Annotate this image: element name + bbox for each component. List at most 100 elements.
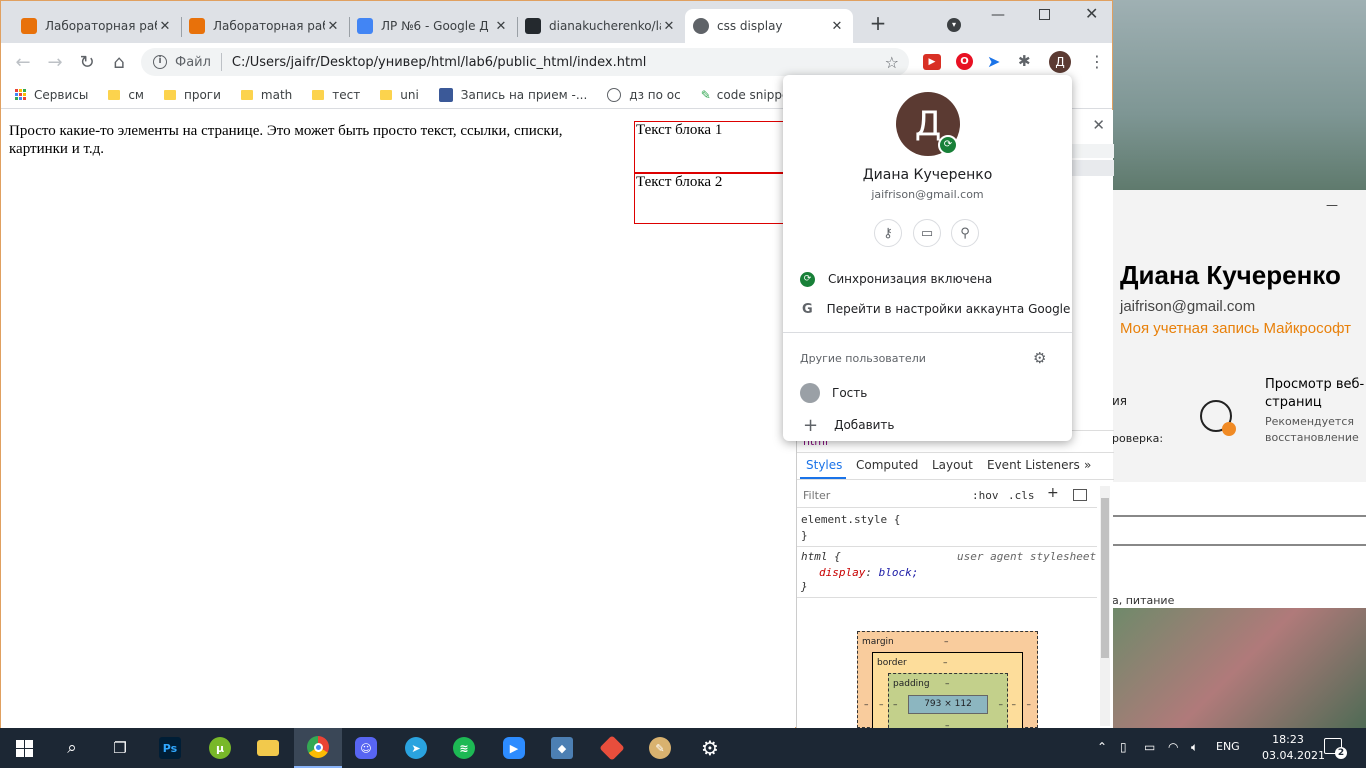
tab-event-listeners[interactable]: Event Listeners [987, 458, 1080, 472]
tab-1[interactable]: Лабораторная раб ✕ [13, 9, 181, 43]
profile-avatar-button[interactable]: Д [1049, 51, 1071, 73]
page-paragraph: Просто какие-то элементы на странице. Эт… [9, 123, 563, 157]
task-view-icon[interactable]: ❐ [96, 728, 144, 768]
css-declaration[interactable]: display: block; [819, 566, 918, 579]
info-icon[interactable]: i [153, 55, 167, 69]
battery-icon[interactable]: ▭ [1144, 740, 1155, 754]
bookmark-label: Запись на прием -... [460, 87, 588, 102]
tab-5[interactable]: css display ✕ [685, 9, 853, 43]
extension-video-icon[interactable]: ▶ [923, 54, 941, 70]
tab-close-icon[interactable]: ✕ [493, 19, 509, 34]
addresses-pin-icon[interactable]: ⚲ [951, 219, 979, 247]
bookmark-folder-test[interactable]: тест [312, 88, 360, 102]
maximize-window-button[interactable] [1039, 9, 1050, 20]
new-tab-button[interactable]: + [867, 13, 889, 35]
tab-close-icon[interactable]: ✕ [325, 19, 341, 34]
hov-toggle[interactable]: :hov [972, 489, 999, 502]
close-window-button[interactable]: ✕ [1085, 4, 1098, 23]
telegram-icon[interactable]: ➤ [392, 728, 440, 768]
sidebar-toggle-icon[interactable] [1073, 489, 1087, 501]
rule-source: user agent stylesheet [957, 550, 1097, 563]
margin-right-value: – [1026, 700, 1032, 710]
paint-icon[interactable]: ✎ [636, 728, 684, 768]
padding-left-value: – [893, 700, 898, 710]
element-style-selector[interactable]: element.style { [801, 513, 900, 526]
app-cube-icon[interactable]: ◆ [538, 728, 586, 768]
other-users-heading: Другие пользователи [800, 352, 926, 365]
add-rule-icon[interactable]: + [1047, 485, 1059, 501]
settings-gear-icon[interactable]: ⚙ [686, 728, 734, 768]
language-indicator[interactable]: ENG [1216, 740, 1240, 753]
styles-filter-input[interactable] [799, 486, 961, 504]
bookmark-apps[interactable]: Сервисы [15, 88, 88, 102]
reload-button[interactable]: ↻ [73, 48, 101, 76]
box-model-border[interactable]: border – – – padding – – – – 793 × 112 [872, 652, 1023, 728]
show-hidden-icons[interactable]: ⌃ [1097, 740, 1107, 754]
clock[interactable]: 18:23 03.04.2021 [1262, 732, 1325, 764]
box-model-padding[interactable]: padding – – – – 793 × 112 [888, 673, 1008, 728]
tab-close-icon[interactable]: ✕ [157, 19, 173, 34]
tab-3[interactable]: ЛР №6 - Google Д ✕ [349, 9, 517, 43]
settings-fragment-3: а, питание [1112, 594, 1175, 607]
devtools-close-icon[interactable]: ✕ [1092, 116, 1105, 134]
bookmark-star-icon[interactable]: ☆ [885, 53, 899, 72]
extension-arrow-icon[interactable]: ➤ [987, 52, 1000, 71]
payment-card-icon[interactable]: ▭ [913, 219, 941, 247]
spotify-icon[interactable]: ≋ [440, 728, 488, 768]
volume-icon[interactable]: 🔈︎ [1191, 740, 1198, 755]
styles-scrollbar[interactable] [1100, 486, 1110, 726]
url-text[interactable]: C:/Users/jaifr/Desktop/универ/html/lab6/… [232, 55, 646, 70]
manage-people-gear-icon[interactable]: ⚙ [1033, 349, 1046, 367]
ms-account-link[interactable]: Моя учетная запись Майкрософт [1120, 320, 1351, 337]
bookmark-folder-progi[interactable]: проги [163, 88, 221, 102]
folder-icon [240, 89, 253, 100]
tab-2[interactable]: Лабораторная раб ✕ [181, 9, 349, 43]
extension-opera-icon[interactable]: O [956, 53, 973, 70]
back-button[interactable]: ← [9, 48, 37, 76]
manage-account-row[interactable]: G Перейти в настройки аккаунта Google [783, 295, 1072, 323]
tray-device-icon[interactable]: ▯ [1120, 740, 1127, 754]
bookmark-dz-os[interactable]: дз по ос [607, 87, 681, 102]
bookmark-folder-sm[interactable]: см [108, 88, 144, 102]
extensions-puzzle-icon[interactable]: ✱ [1018, 52, 1031, 70]
tab-4[interactable]: dianakucherenko/la ✕ [517, 9, 685, 43]
address-bar[interactable]: i Файл C:/Users/jaifr/Desktop/универ/htm… [141, 48, 909, 76]
tab-styles[interactable]: Styles [806, 458, 842, 472]
bookmark-appointment[interactable]: Запись на прием -... [438, 87, 588, 102]
tab-computed[interactable]: Computed [856, 458, 918, 472]
html-rule-selector[interactable]: html { [801, 550, 841, 563]
git-app-icon[interactable] [588, 728, 636, 768]
tab-close-icon[interactable]: ✕ [661, 19, 677, 34]
discord-icon[interactable]: ☺ [342, 728, 390, 768]
search-icon[interactable]: ⌕ [48, 728, 96, 768]
start-windows-icon[interactable] [0, 728, 48, 768]
sync-row[interactable]: ⟳ Синхронизация включена [783, 265, 1072, 293]
tab-close-icon[interactable]: ✕ [829, 19, 845, 34]
border-right-value: – [1011, 700, 1017, 710]
minimize-window-button[interactable]: — [991, 7, 1005, 23]
minimize-icon[interactable]: — [1326, 198, 1338, 212]
add-profile-row[interactable]: + Добавить [783, 411, 1072, 439]
passwords-key-icon[interactable]: ⚷ [874, 219, 902, 247]
home-button[interactable]: ⌂ [105, 48, 133, 76]
chrome-taskbar-icon[interactable] [294, 728, 342, 768]
file-explorer-icon[interactable] [244, 728, 292, 768]
menu-kebab-icon[interactable]: ⋮ [1089, 52, 1105, 71]
photoshop-icon[interactable]: Ps [146, 728, 194, 768]
google-g-icon: G [802, 301, 813, 317]
box-model-margin[interactable]: margin – – – border – – – padding – – – … [857, 631, 1038, 728]
cls-toggle[interactable]: .cls [1008, 489, 1035, 502]
box-model-content[interactable]: 793 × 112 [908, 695, 988, 714]
wifi-icon[interactable]: ◠ [1168, 740, 1178, 754]
tab-search-icon[interactable]: ▾ [947, 18, 961, 32]
forward-button[interactable]: → [41, 48, 69, 76]
bookmark-folder-uni[interactable]: uni [380, 88, 419, 102]
zoom-icon[interactable]: ▶ [490, 728, 538, 768]
utorrent-icon[interactable]: µ [196, 728, 244, 768]
browsing-item-title[interactable]: Просмотр веб-страниц [1265, 376, 1365, 412]
tab-layout[interactable]: Layout [932, 458, 973, 472]
bookmark-folder-math[interactable]: math [240, 88, 292, 102]
guest-row[interactable]: Гость [783, 379, 1072, 407]
add-profile-label: Добавить [834, 418, 895, 432]
more-tabs-icon[interactable]: » [1084, 458, 1091, 472]
